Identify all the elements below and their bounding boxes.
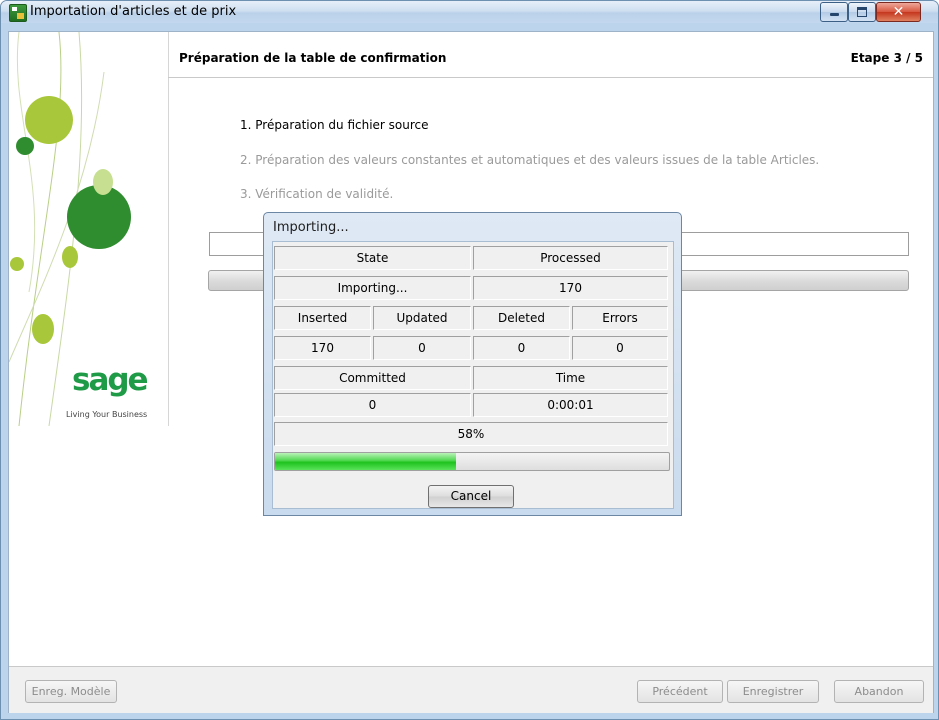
window-title: Importation d'articles et de prix [30, 4, 237, 19]
time-value: 0:00:01 [473, 393, 668, 417]
cancel-button[interactable]: Cancel [428, 485, 514, 508]
branding-panel: sage Living Your Business [9, 32, 169, 426]
processed-header: Processed [473, 246, 668, 270]
deleted-value: 0 [473, 336, 570, 360]
inserted-value: 170 [274, 336, 371, 360]
maximize-button[interactable] [848, 2, 876, 22]
minimize-icon [830, 13, 839, 16]
previous-button[interactable]: Précédent [637, 680, 723, 703]
updated-value: 0 [373, 336, 471, 360]
step-item-2: 2. Préparation des valeurs constantes et… [240, 153, 820, 167]
title-bar[interactable]: Importation d'articles et de prix ✕ [1, 1, 938, 23]
deleted-header: Deleted [473, 306, 570, 330]
committed-value: 0 [274, 393, 471, 417]
step-title: Préparation de la table de confirmation [179, 51, 447, 65]
close-icon: ✕ [892, 4, 905, 20]
time-header: Time [473, 366, 668, 390]
import-progress-fill [275, 453, 457, 470]
errors-value: 0 [572, 336, 668, 360]
maximize-icon [857, 7, 867, 17]
dialog-title: Importing... [273, 220, 349, 235]
errors-header: Errors [572, 306, 668, 330]
state-header: State [274, 246, 471, 270]
import-progress-dialog: Importing... State Processed Importing..… [263, 212, 682, 516]
wizard-header: Préparation de la table de confirmation … [168, 32, 933, 78]
import-progress-bar [274, 452, 670, 471]
abort-button[interactable]: Abandon [834, 680, 924, 703]
sage-tagline: Living Your Business [66, 410, 148, 419]
progress-percent-label: 58% [274, 422, 668, 446]
wizard-footer: Enreg. Modèle Précédent Enregistrer Aban… [9, 666, 933, 713]
step-item-3: 3. Vérification de validité. [240, 187, 394, 201]
committed-header: Committed [274, 366, 471, 390]
leaf-shape [25, 96, 73, 144]
sage-logo: sage [72, 362, 149, 398]
register-button[interactable]: Enregistrer [727, 680, 819, 703]
processed-value: 170 [473, 276, 668, 300]
dialog-body: State Processed Importing... 170 Inserte… [272, 241, 674, 509]
step-item-1: 1. Préparation du fichier source [240, 118, 429, 132]
updated-header: Updated [373, 306, 471, 330]
step-counter: Etape 3 / 5 [850, 51, 923, 65]
save-model-button[interactable]: Enreg. Modèle [25, 680, 117, 703]
close-button[interactable]: ✕ [876, 2, 921, 22]
inserted-header: Inserted [274, 306, 371, 330]
minimize-button[interactable] [820, 2, 848, 22]
state-value: Importing... [274, 276, 471, 300]
app-icon [9, 4, 27, 22]
